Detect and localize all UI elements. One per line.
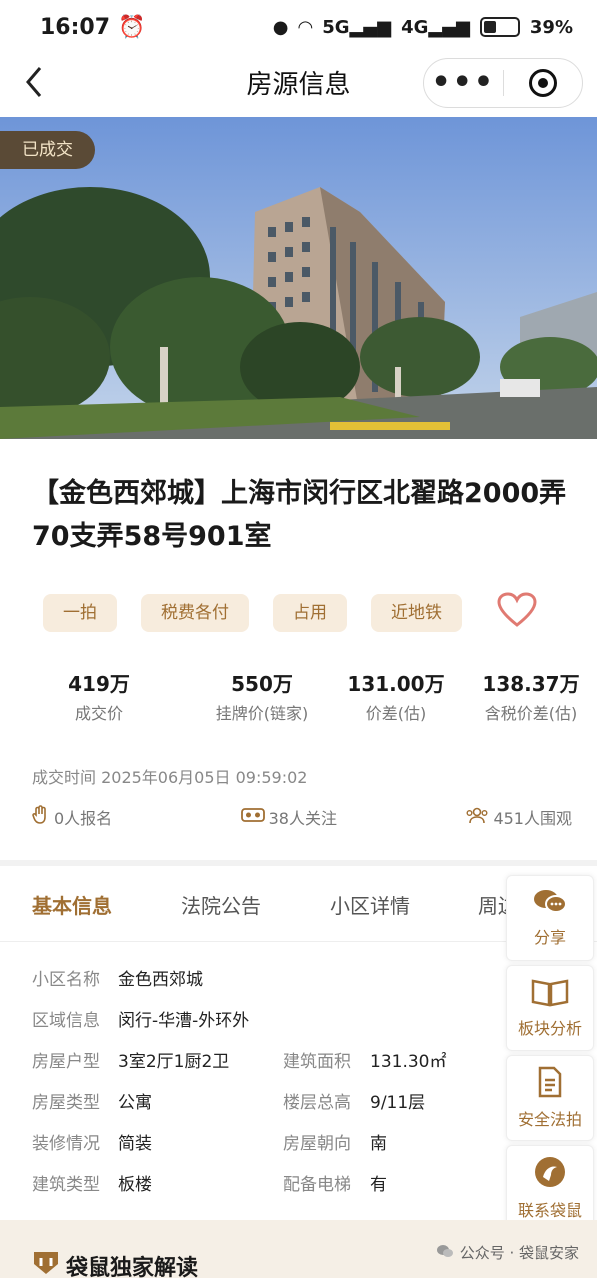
info-key: 楼层总高 [283, 1093, 351, 1113]
watermark-text: 公众号 · 袋鼠安家 [459, 1244, 579, 1262]
battery-percent: 39% [529, 16, 573, 38]
info-key: 建筑面积 [283, 1052, 351, 1072]
sold-badge: 已成交 [0, 131, 95, 169]
engagement-counters: 0人报名 38人关注 451人围观 [32, 805, 572, 829]
tag-near-metro: 近地铁 [371, 594, 462, 632]
signal-4g-icon: 4G▂▄▆ [401, 16, 470, 38]
basic-info-grid: 小区名称 金色西郊城 区域信息 闵行-华漕-外环外 房屋户型 3室2厅1厨2卫 … [32, 965, 492, 1211]
close-program-button[interactable] [504, 69, 583, 97]
location-icon: ● [272, 16, 289, 38]
follower-count-text: 38人关注 [268, 809, 337, 828]
stat-price-gap: 131.00万 价差(估) [326, 668, 466, 724]
info-value: 公寓 [118, 1093, 152, 1113]
info-value: 有 [370, 1175, 387, 1195]
listing-title: 【金色西郊城】上海市闵行区北翟路2000弄70支弄58号901室 [32, 478, 567, 552]
property-photo[interactable] [0, 117, 597, 439]
info-value: 131.30㎡ [370, 1052, 447, 1072]
exclusive-section-text: 袋鼠独家解读 [66, 1256, 199, 1281]
info-row: 小区名称 金色西郊城 [32, 965, 492, 1006]
info-row: 区域信息 闵行-华漕-外环外 [32, 1006, 492, 1047]
tab-community[interactable]: 小区详情 [330, 890, 410, 919]
safe-auction-label: 安全法拍 [517, 1110, 582, 1129]
info-row: 房屋类型 公寓 楼层总高 9/11层 [32, 1088, 492, 1129]
area-analysis-label: 板块分析 [517, 1019, 582, 1038]
stat-taxed-gap: 138.37万 含税价差(估) [466, 668, 596, 724]
signup-count: 0人报名 [32, 805, 112, 829]
tab-court-notice[interactable]: 法院公告 [181, 890, 261, 919]
info-value: 板楼 [118, 1175, 152, 1195]
info-value: 3室2厅1厨2卫 [118, 1052, 230, 1072]
info-value: 金色西郊城 [118, 970, 203, 990]
stat-label: 挂牌价(链家) [215, 704, 309, 723]
kangaroo-badge-icon [32, 1250, 60, 1282]
nav-bar: 房源信息 ••• [0, 54, 597, 110]
info-key: 小区名称 [32, 970, 100, 990]
signal-5g-icon: 5G▂▄▆ [322, 16, 392, 38]
wechat-icon [436, 1243, 454, 1263]
info-key: 房屋类型 [32, 1093, 100, 1113]
stat-label: 价差(估) [365, 704, 427, 723]
info-row: 房屋户型 3室2厅1厨2卫 建筑面积 131.30㎡ [32, 1047, 492, 1088]
contact-button[interactable]: 联系袋鼠 [506, 1145, 594, 1231]
info-key: 区域信息 [32, 1011, 100, 1031]
stat-value: 131.00万 [347, 672, 445, 696]
signup-count-text: 0人报名 [54, 809, 113, 828]
info-value: 南 [370, 1134, 387, 1154]
kangaroo-logo-icon [533, 1155, 567, 1193]
safe-auction-button[interactable]: 安全法拍 [506, 1055, 594, 1141]
page-title: 房源信息 [246, 69, 351, 100]
vr-glasses-icon [240, 807, 265, 827]
stat-value: 550万 [231, 672, 293, 696]
follower-count: 38人关注 [240, 805, 337, 829]
info-key: 建筑类型 [32, 1175, 100, 1195]
price-stats: 419万 成交价 550万 挂牌价(链家) 131.00万 价差(估) 138.… [0, 668, 597, 724]
info-row: 建筑类型 板楼 配备电梯 有 [32, 1170, 492, 1211]
exclusive-section-title: 袋鼠独家解读 [32, 1250, 198, 1282]
status-bar: 16:07 ⏰ ● ◠ 5G▂▄▆ 4G▂▄▆ 39% [0, 0, 597, 54]
wifi-icon: ◠ [298, 16, 313, 38]
favorite-heart-icon[interactable] [497, 592, 537, 632]
deal-time: 成交时间 2025年06月05日 09:59:02 [32, 768, 308, 787]
document-icon [537, 1066, 563, 1102]
watcher-count: 451人围观 [465, 805, 572, 829]
more-icon[interactable]: ••• [424, 68, 503, 98]
book-icon [530, 977, 570, 1011]
info-key: 配备电梯 [283, 1175, 351, 1195]
back-icon[interactable] [20, 64, 56, 100]
info-key: 房屋户型 [32, 1052, 100, 1072]
tab-basic-info[interactable]: 基本信息 [32, 890, 112, 919]
tag-occupied: 占用 [273, 594, 347, 632]
people-icon [465, 806, 489, 828]
tag-first-auction: 一拍 [43, 594, 117, 632]
contact-label: 联系袋鼠 [517, 1201, 582, 1220]
tag-list: 一拍 税费各付 占用 近地铁 [43, 594, 462, 632]
wechat-watermark: 公众号 · 袋鼠安家 [436, 1242, 579, 1263]
info-value: 闵行-华漕-外环外 [118, 1011, 250, 1031]
stat-label: 含税价差(估) [484, 704, 578, 723]
clock-time: 16:07 [40, 14, 111, 40]
tag-tax: 税费各付 [141, 594, 249, 632]
info-value: 简装 [118, 1134, 152, 1154]
chat-bubble-icon [532, 888, 568, 920]
hand-icon [32, 805, 50, 829]
stat-listing-price: 550万 挂牌价(链家) [198, 668, 326, 724]
stat-value: 138.37万 [482, 672, 580, 696]
battery-icon [479, 17, 520, 37]
share-button[interactable]: 分享 [506, 875, 594, 961]
info-key: 房屋朝向 [283, 1134, 351, 1154]
info-value: 9/11层 [370, 1093, 426, 1113]
mini-program-capsule: ••• [423, 58, 583, 108]
share-label: 分享 [533, 928, 566, 947]
watcher-count-text: 451人围观 [493, 809, 572, 828]
info-key: 装修情况 [32, 1134, 100, 1154]
area-analysis-button[interactable]: 板块分析 [506, 965, 594, 1051]
alarm-icon: ⏰ [118, 14, 146, 40]
info-row: 装修情况 简装 房屋朝向 南 [32, 1129, 492, 1170]
stat-spacer [132, 668, 198, 724]
target-icon [528, 69, 557, 97]
floating-actions: 分享 板块分析 安全法拍 联系袋鼠 [506, 875, 594, 1235]
